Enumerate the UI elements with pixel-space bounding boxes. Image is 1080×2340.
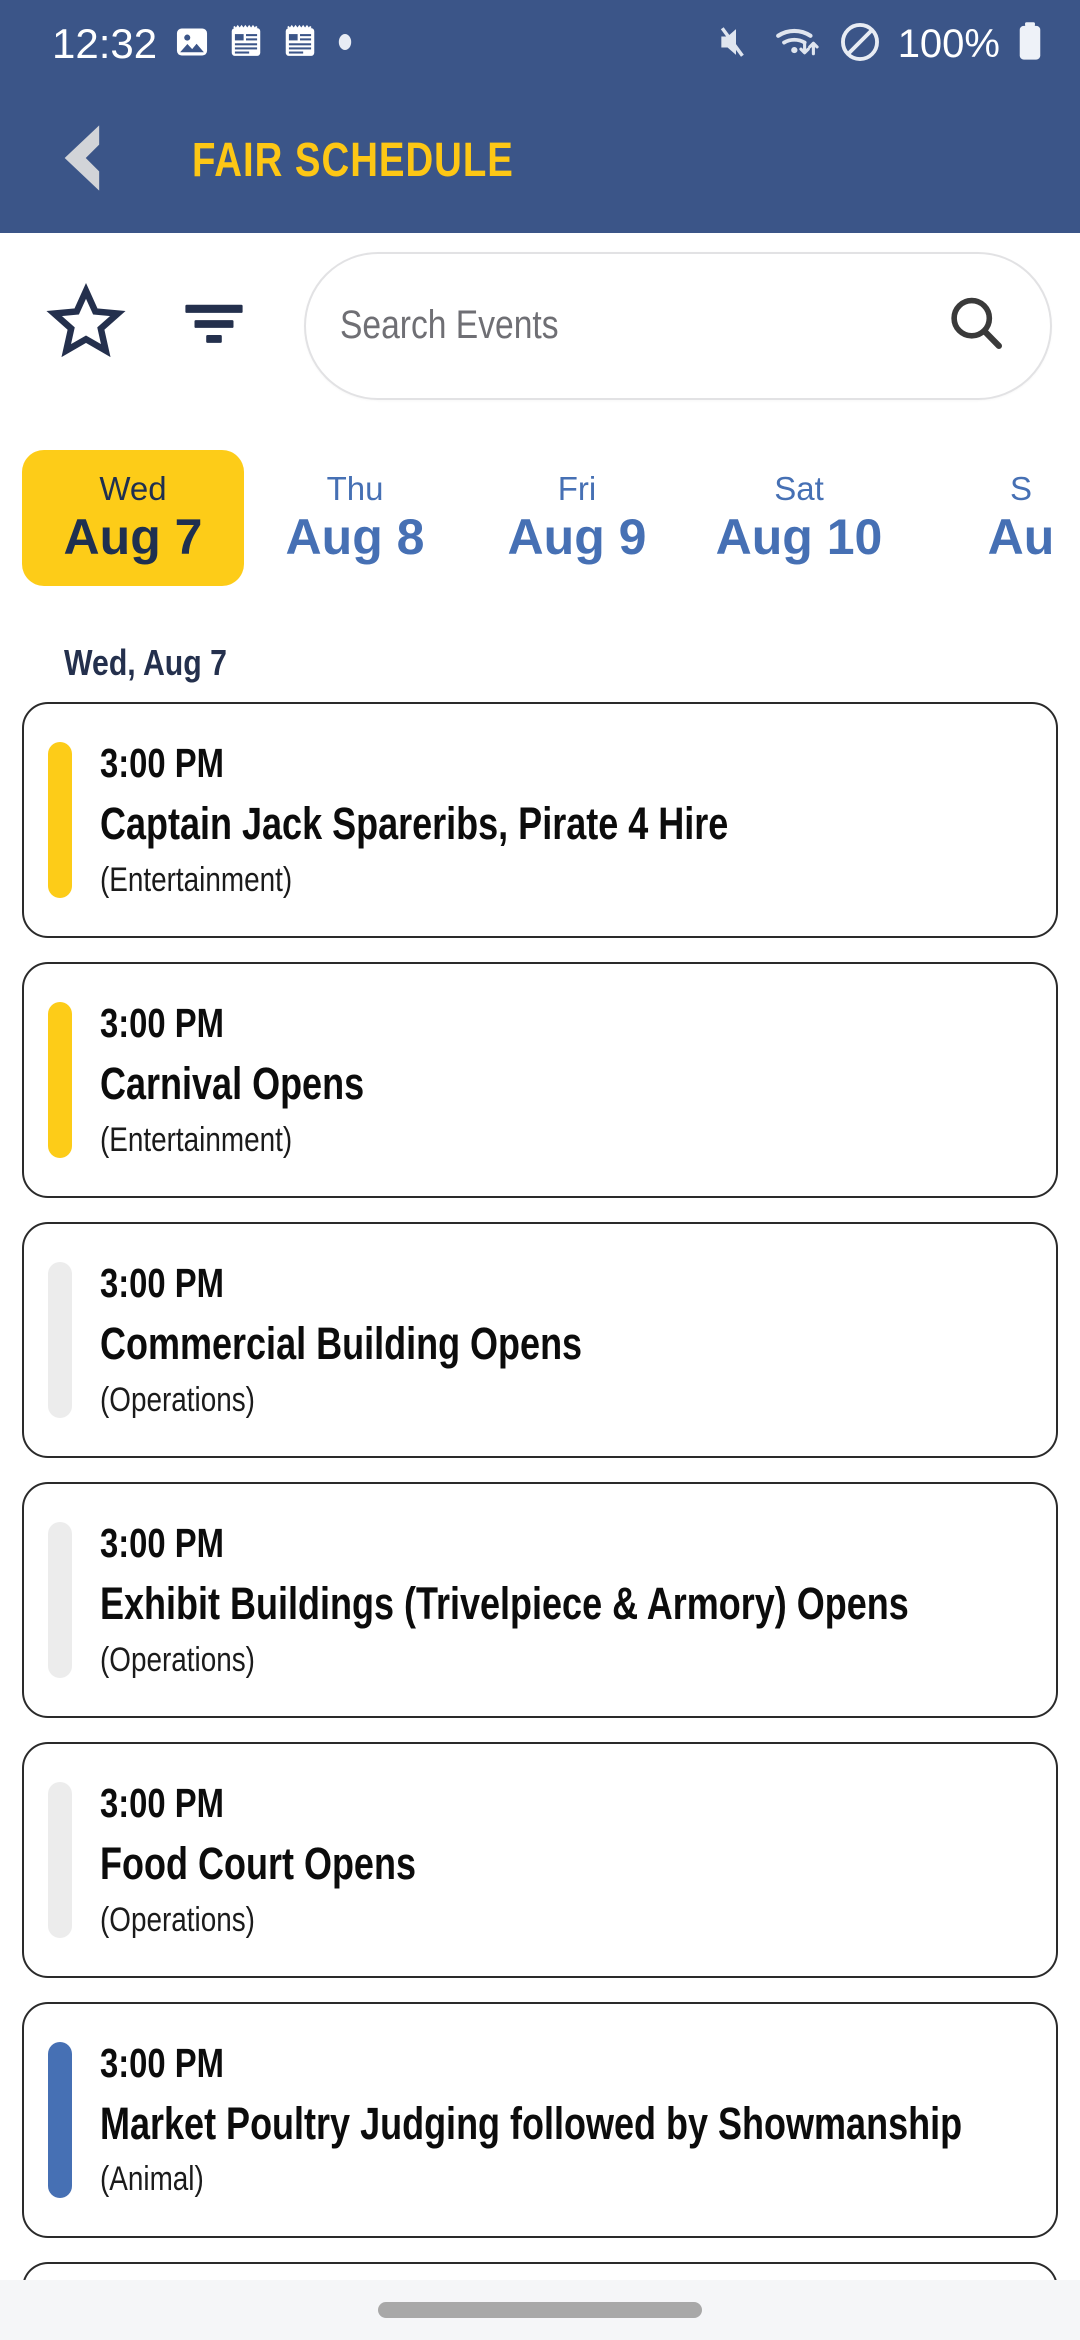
event-card[interactable]: 3:00 PM Carnival Opens (Entertainment) [22, 961, 1058, 1198]
day-tab-3[interactable]: Sat Aug 10 [688, 450, 910, 586]
search-input[interactable] [340, 303, 848, 348]
search-bar[interactable] [304, 251, 1052, 400]
filter-button[interactable] [166, 278, 262, 374]
event-title: Food Court Opens [100, 1838, 416, 1889]
image-icon [173, 23, 211, 66]
battery-percent-label: 100% [897, 21, 1000, 66]
day-tab-date: Aug 9 [507, 508, 647, 565]
event-card[interactable]: 3:00 PM Exhibit Buildings (Trivelpiece &… [22, 1481, 1058, 1718]
event-category: (Entertainment) [100, 1120, 293, 1159]
event-category: (Operations) [100, 1640, 255, 1679]
event-category: (Animal) [100, 2160, 204, 2199]
event-time: 3:00 PM [100, 1779, 224, 1826]
search-icon[interactable] [944, 291, 1008, 360]
list-date-header: Wed, Aug 7 [64, 642, 227, 683]
day-tabs[interactable]: Wed Aug 7 Thu Aug 8 Fri Aug 9 Sat Aug 10… [0, 418, 1080, 618]
day-tab-4[interactable]: S Au [910, 450, 1080, 586]
schedule-list[interactable]: Wed, Aug 7 3:00 PM Captain Jack Sparerib… [0, 618, 1080, 2340]
fair-schedule-screen: 12:32 100% FAIR SCHEDULE Search Events W… [0, 0, 1080, 2340]
event-time: 3:00 PM [100, 1519, 224, 1566]
event-time: 3:00 PM [100, 2039, 224, 2086]
day-tab-2[interactable]: Fri Aug 9 [466, 450, 688, 586]
calendar-note-icon [281, 23, 319, 66]
status-bar: 12:32 100% [0, 0, 1080, 88]
event-card-body: 3:00 PM Captain Jack Spareribs, Pirate 4… [100, 738, 1026, 902]
home-indicator[interactable] [378, 2302, 702, 2318]
chevron-left-icon [34, 112, 126, 209]
event-title: Exhibit Buildings (Trivelpiece & Armory)… [100, 1578, 909, 1630]
event-accent-bar [48, 1781, 72, 1938]
event-title: Commercial Building Opens [100, 1318, 583, 1370]
app-bar: FAIR SCHEDULE [0, 88, 1080, 233]
back-button[interactable] [30, 111, 130, 211]
event-card-body: 3:00 PM Market Poultry Judging followed … [100, 2038, 1080, 2202]
event-time: 3:00 PM [100, 999, 224, 1046]
day-tab-date: Au [987, 508, 1055, 565]
event-title: Market Poultry Judging followed by Showm… [100, 2097, 963, 2149]
dot-icon [335, 32, 355, 57]
event-accent-bar [48, 2041, 72, 2198]
event-card-body: 3:00 PM Food Court Opens (Operations) [100, 1778, 1026, 1942]
event-card[interactable]: 3:00 PM Food Court Opens (Operations) [22, 1741, 1058, 1978]
day-tab-dow: S [1009, 470, 1032, 508]
battery-full-icon [1016, 20, 1044, 69]
event-accent-bar [48, 1001, 72, 1158]
event-card[interactable]: 3:00 PM Commercial Building Opens (Opera… [22, 1221, 1058, 1458]
favorites-button[interactable] [38, 278, 134, 374]
day-tab-dow: Thu [326, 470, 384, 508]
day-tab-1[interactable]: Thu Aug 8 [244, 450, 466, 586]
event-title: Carnival Opens [100, 1058, 365, 1110]
day-tab-dow: Sat [774, 470, 824, 508]
event-card[interactable]: 3:00 PM Market Poultry Judging followed … [22, 2001, 1058, 2238]
day-tab-0[interactable]: Wed Aug 7 [22, 450, 244, 586]
event-category: (Operations) [100, 1900, 255, 1939]
status-bar-right: 100% [714, 20, 1044, 69]
wifi-icon [774, 20, 822, 69]
day-tab-date: Aug 10 [715, 508, 883, 565]
day-tab-date: Aug 8 [285, 508, 425, 565]
schedule-toolbar [0, 233, 1080, 418]
filter-icon [175, 284, 253, 367]
event-title: Captain Jack Spareribs, Pirate 4 Hire [100, 798, 729, 850]
day-tab-dow: Fri [557, 470, 597, 508]
event-accent-bar [48, 1521, 72, 1678]
event-card-body: 3:00 PM Commercial Building Opens (Opera… [100, 1258, 1026, 1422]
day-tab-date: Aug 7 [63, 508, 203, 565]
event-category: (Entertainment) [100, 860, 293, 899]
star-outline-icon [45, 282, 127, 369]
page-title: FAIR SCHEDULE [192, 134, 514, 187]
event-accent-bar [48, 1261, 72, 1418]
event-card[interactable]: 3:00 PM Captain Jack Spareribs, Pirate 4… [22, 702, 1058, 938]
event-card-body: 3:00 PM Carnival Opens (Entertainment) [100, 998, 1026, 1162]
event-category: (Operations) [100, 1380, 255, 1419]
status-bar-left: 12:32 [52, 20, 355, 68]
calendar-note-icon [227, 23, 265, 66]
event-accent-bar [48, 742, 72, 898]
event-time: 3:00 PM [100, 740, 224, 786]
event-time: 3:00 PM [100, 1259, 224, 1306]
volume-muted-icon [714, 20, 758, 69]
day-tab-dow: Wed [99, 470, 167, 508]
event-card-body: 3:00 PM Exhibit Buildings (Trivelpiece &… [100, 1518, 1080, 1682]
do-not-disturb-icon [838, 20, 882, 69]
system-nav-bar [0, 2280, 1080, 2340]
status-bar-clock: 12:32 [52, 20, 158, 67]
